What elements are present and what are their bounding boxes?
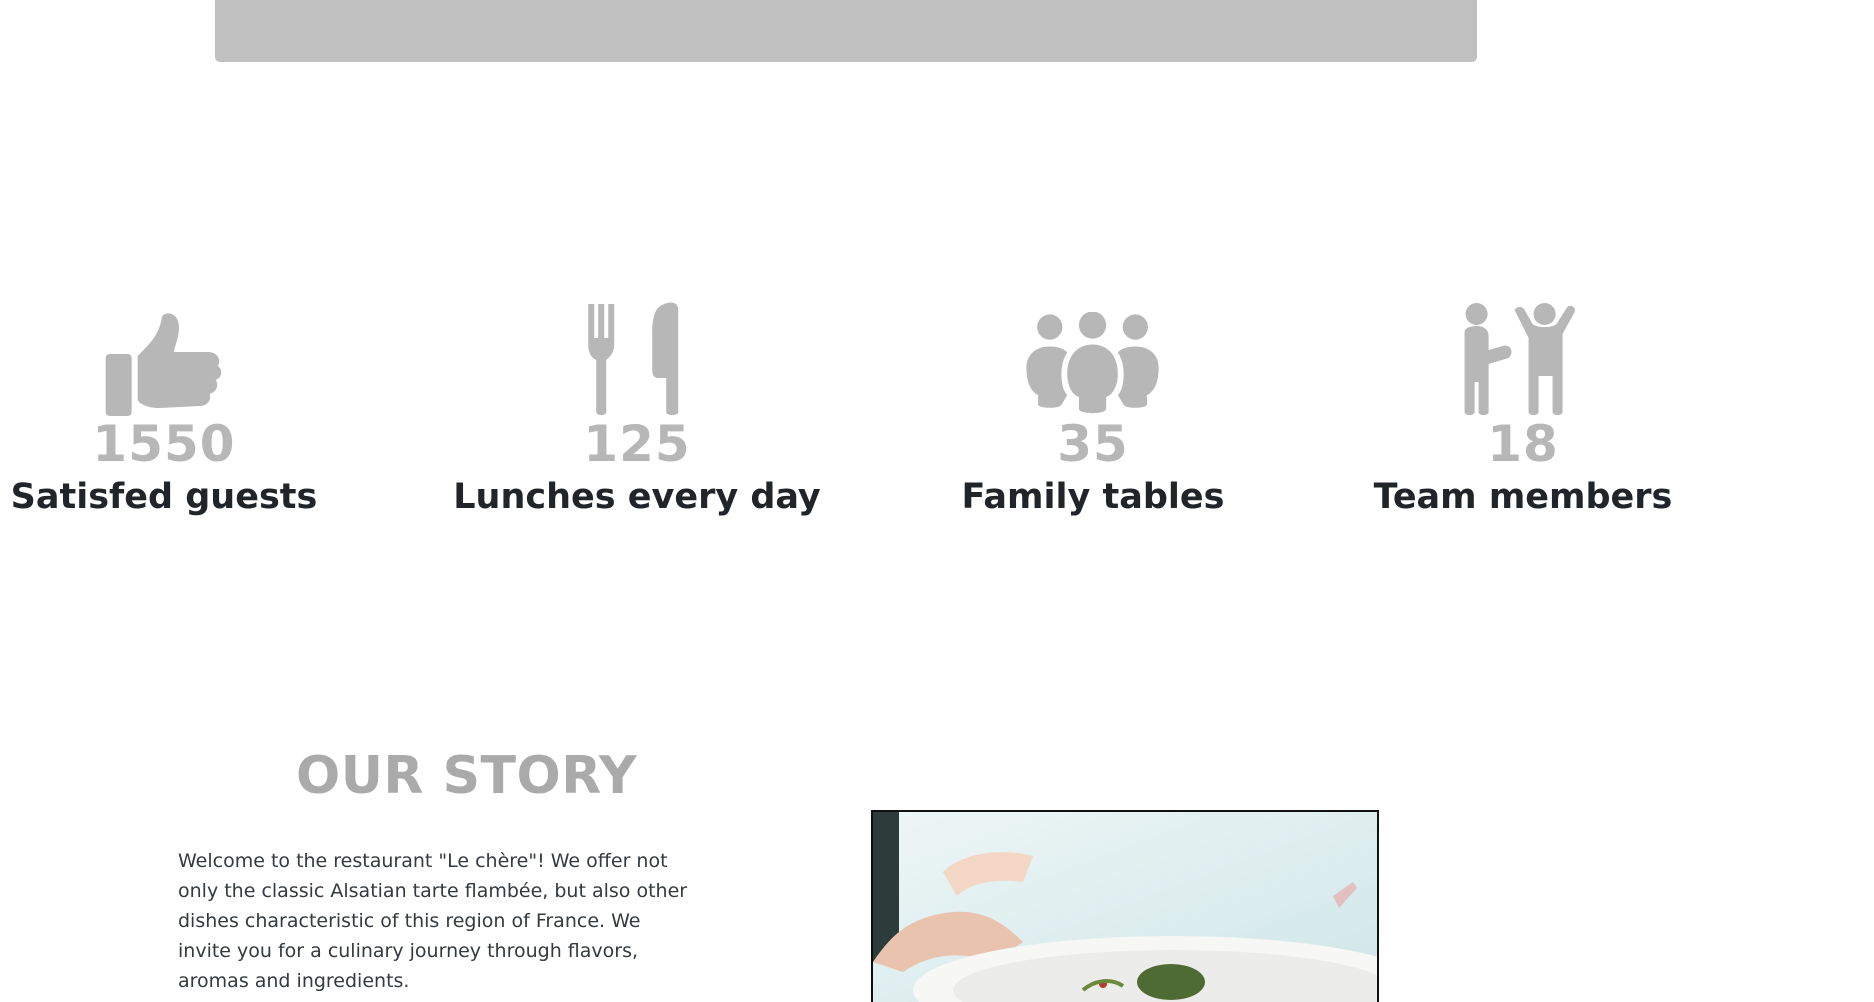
stat-label: Family tables [961, 477, 1225, 517]
stat-team-members: 18 Team members [1373, 300, 1673, 518]
stat-label: Satisfed guests [10, 477, 318, 517]
stat-satisfied-guests: 1550 Satisfed guests [10, 300, 318, 518]
story-text: Welcome to the restaurant "Le chère"! We… [178, 850, 688, 992]
fork-knife-icon [567, 300, 707, 416]
story-title: OUR STORY [296, 746, 638, 806]
stat-lunches: 125 Lunches every day [453, 300, 821, 518]
thumbs-up-icon [94, 300, 234, 416]
stat-count: 1550 [92, 415, 236, 473]
team-people-icon [1453, 300, 1593, 416]
dish-photo [871, 810, 1379, 1002]
stat-count: 18 [1487, 415, 1559, 473]
family-icon [1023, 300, 1163, 416]
stat-label: Lunches every day [453, 477, 821, 517]
stat-family-tables: 35 Family tables [961, 300, 1225, 518]
stat-label: Team members [1373, 477, 1673, 517]
stat-count: 125 [583, 415, 691, 473]
top-banner [215, 0, 1477, 62]
stat-count: 35 [1057, 415, 1129, 473]
